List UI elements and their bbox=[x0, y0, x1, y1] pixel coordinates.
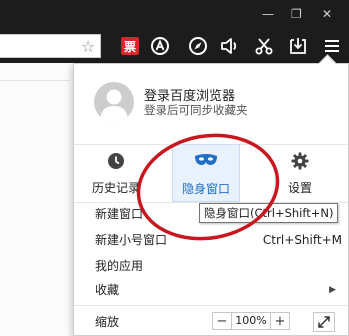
divider bbox=[74, 305, 348, 306]
settings-button[interactable]: 设置 bbox=[266, 144, 334, 202]
history-label: 历史记录 bbox=[91, 181, 140, 195]
login-subtitle: 登录后可同步收藏夹 bbox=[144, 103, 248, 117]
title-bar: — ❐ ✕ bbox=[0, 0, 349, 30]
incognito-label: 隐身窗口 bbox=[181, 182, 230, 196]
new-alt-window-shortcut: Ctrl+Shift+M bbox=[262, 233, 342, 247]
ticket-label: 票 bbox=[121, 37, 139, 55]
star-icon[interactable]: ☆ bbox=[77, 35, 99, 59]
submenu-arrow-icon: ▶ bbox=[329, 285, 336, 295]
address-bar[interactable]: ☆ bbox=[0, 34, 101, 58]
browser-toolbar: ☆ 票 bbox=[0, 30, 349, 63]
new-alt-window-label: 新建小号窗口 bbox=[95, 233, 168, 247]
zoom-out-button[interactable]: − bbox=[212, 312, 232, 330]
adblock-icon[interactable] bbox=[148, 34, 172, 58]
menu-item-favorites[interactable]: 收藏 ▶ bbox=[74, 279, 348, 301]
mask-icon bbox=[173, 153, 239, 167]
zoom-in-button[interactable]: + bbox=[270, 312, 290, 330]
gear-icon bbox=[266, 152, 334, 170]
compass-icon[interactable] bbox=[186, 34, 210, 58]
account-section[interactable]: 登录百度浏览器 登录后可同步收藏夹 bbox=[74, 64, 348, 144]
scissors-icon[interactable] bbox=[252, 34, 276, 58]
download-icon[interactable] bbox=[286, 34, 310, 58]
avatar[interactable] bbox=[94, 82, 134, 122]
minimize-button[interactable]: — bbox=[262, 4, 274, 24]
maximize-button[interactable]: ❐ bbox=[291, 4, 302, 24]
zoom-label: 缩放 bbox=[95, 315, 120, 329]
incognito-tooltip: 隐身窗口(Ctrl+Shift+N) bbox=[199, 203, 339, 223]
close-button[interactable]: ✕ bbox=[322, 4, 332, 24]
page-divider bbox=[0, 80, 70, 81]
ticket-icon[interactable]: 票 bbox=[118, 34, 142, 58]
history-button[interactable]: 历史记录 bbox=[82, 144, 150, 202]
incognito-window-button[interactable]: 隐身窗口 bbox=[172, 144, 240, 202]
browser-menu: 登录百度浏览器 登录后可同步收藏夹 历史记录 隐身窗口 设置 新建窗口 新建小号… bbox=[73, 54, 349, 336]
new-window-label: 新建窗口 bbox=[95, 207, 144, 221]
settings-label: 设置 bbox=[287, 181, 312, 195]
fullscreen-icon[interactable] bbox=[313, 312, 335, 332]
clock-icon bbox=[82, 152, 150, 170]
zoom-control: 缩放 − 100% + bbox=[74, 311, 348, 333]
menu-item-new-alt-window[interactable]: 新建小号窗口 Ctrl+Shift+M bbox=[74, 229, 348, 251]
favorites-label: 收藏 bbox=[95, 283, 120, 297]
my-apps-label: 我的应用 bbox=[95, 259, 144, 273]
zoom-value: 100% bbox=[232, 312, 270, 330]
menu-item-my-apps[interactable]: 我的应用 bbox=[74, 255, 348, 277]
volume-icon[interactable] bbox=[218, 34, 242, 58]
menu-icon[interactable] bbox=[320, 34, 344, 58]
